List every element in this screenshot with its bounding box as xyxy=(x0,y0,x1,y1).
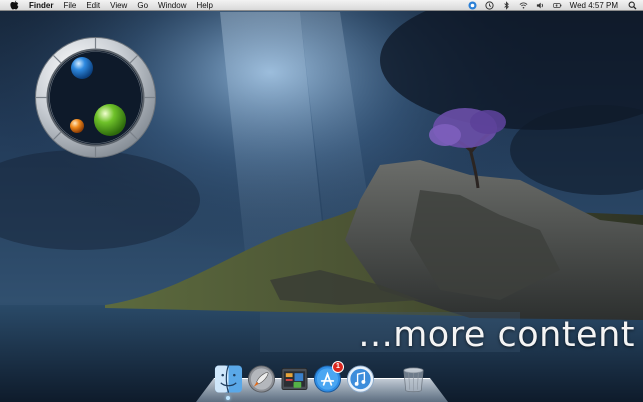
dock: 1 xyxy=(214,360,432,400)
orange-orb xyxy=(70,119,84,133)
app-status-icon[interactable] xyxy=(468,1,477,10)
dock-trash[interactable] xyxy=(399,364,428,394)
spotlight-search-icon[interactable] xyxy=(628,1,637,10)
dock-finder[interactable] xyxy=(214,364,243,400)
app-window-icon xyxy=(281,367,308,391)
promo-caption: ...more content xyxy=(358,315,635,355)
battery-icon[interactable] xyxy=(552,1,562,10)
time-machine-icon[interactable] xyxy=(485,1,494,10)
blue-orb xyxy=(71,57,93,79)
volume-icon[interactable] xyxy=(536,1,545,10)
notification-badge: 1 xyxy=(332,361,344,373)
launchpad-rocket-icon xyxy=(247,365,276,393)
wifi-icon[interactable] xyxy=(519,1,528,10)
menu-go[interactable]: Go xyxy=(137,0,148,11)
menu-bar: Finder File Edit View Go Window Help Wed… xyxy=(0,0,643,11)
trash-icon xyxy=(403,367,424,393)
status-menus: Wed 4:57 PM xyxy=(468,0,643,11)
green-orb xyxy=(94,104,126,136)
menu-help[interactable]: Help xyxy=(196,0,212,11)
menu-app-finder[interactable]: Finder xyxy=(29,0,53,11)
dock-app-store[interactable]: 1 xyxy=(313,361,344,394)
menu-edit[interactable]: Edit xyxy=(86,0,100,11)
dock-app-ring-widget[interactable] xyxy=(280,364,309,394)
orbs-ring-widget[interactable] xyxy=(33,35,158,160)
running-indicator xyxy=(226,396,230,400)
dock-itunes[interactable] xyxy=(346,364,375,394)
menu-window[interactable]: Window xyxy=(158,0,186,11)
menu-view[interactable]: View xyxy=(110,0,127,11)
apple-menu-icon[interactable] xyxy=(10,0,20,10)
menu-file[interactable]: File xyxy=(63,0,76,11)
bluetooth-icon[interactable] xyxy=(502,1,511,10)
itunes-icon xyxy=(346,365,375,393)
finder-icon xyxy=(214,365,243,393)
menu-clock[interactable]: Wed 4:57 PM xyxy=(570,0,618,11)
dock-separator xyxy=(379,364,395,394)
dock-launchpad[interactable] xyxy=(247,364,276,394)
